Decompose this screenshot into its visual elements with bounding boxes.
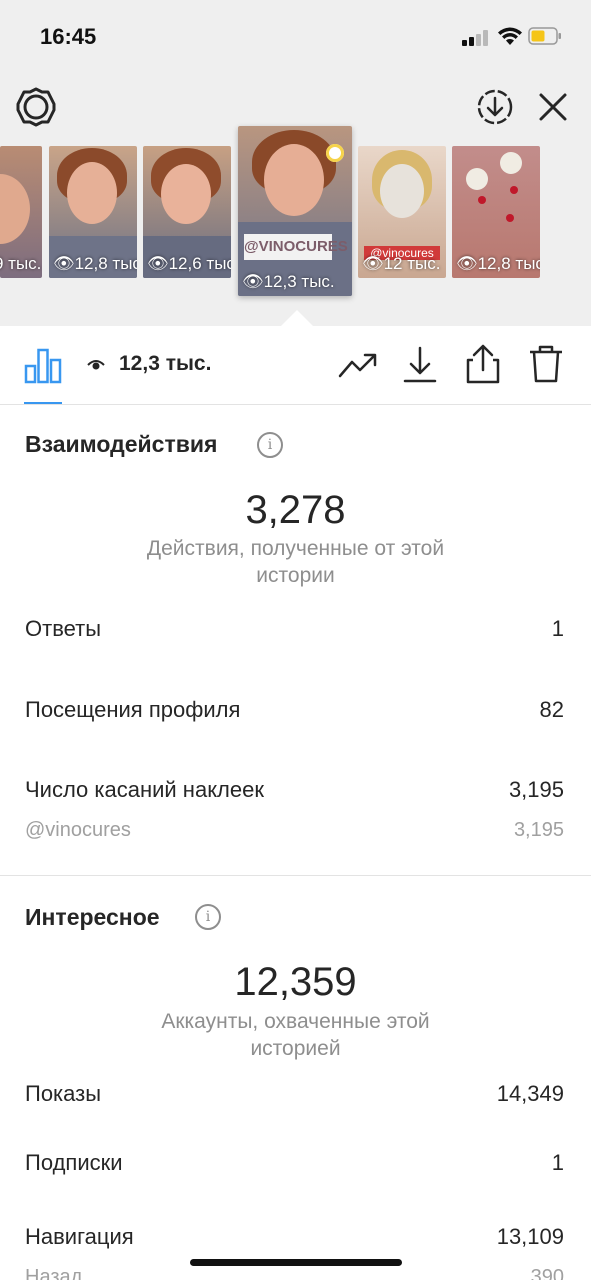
download-circle-icon[interactable] [476, 88, 514, 126]
thumbnail-views: 9 тыс. [0, 254, 42, 273]
status-time: 16:45 [40, 24, 97, 49]
views-eye-icon [87, 360, 105, 370]
story-thumbnail[interactable]: 👁12,8 тыс. [49, 146, 137, 278]
discovery-info-icon[interactable]: i [195, 904, 221, 930]
discovery-total: 12,359 [234, 960, 357, 1004]
row-sub-label: Назад [25, 1266, 83, 1280]
row-value: 3,195 [508, 777, 564, 802]
thumbnail-views: 👁12,6 тыс. [147, 254, 231, 273]
interactions-total: 3,278 [245, 488, 346, 532]
row-value: 1 [551, 616, 564, 641]
promote-trend-icon[interactable] [338, 350, 378, 380]
selected-story-pointer [281, 310, 313, 326]
row-sub-value: 390 [530, 1266, 564, 1280]
interactions-caption: Действия, полученные от этой истории [146, 537, 445, 587]
thumbnail-views: 👁12 тыс. [362, 254, 441, 273]
row-label: Посещения профиля [25, 697, 241, 722]
insights-bar-chart-icon[interactable] [24, 348, 62, 384]
story-sticker: @VINOCURES [244, 234, 348, 260]
trash-icon[interactable] [528, 344, 564, 384]
row-value: 14,349 [496, 1081, 564, 1106]
story-thumbnail[interactable]: @vinocures 👁12 тыс. [358, 146, 446, 278]
thumbnail-views: 👁12,3 тыс. [242, 272, 335, 291]
story-thumbnail[interactable]: 9 тыс. [0, 146, 42, 278]
story-thumbnail-selected[interactable]: @VINOCURES 👁12,3 тыс. [238, 126, 352, 296]
interactions-info-icon[interactable]: i [257, 432, 283, 458]
interactions-title: Взаимодействия [25, 431, 218, 457]
insights-toolbar: 12,3 тыс. [0, 326, 591, 405]
discovery-caption: Аккаунты, охваченные этой историей [161, 1010, 430, 1060]
row-value: 1 [551, 1150, 564, 1175]
row-label: Показы [25, 1081, 102, 1106]
cellular-signal-icon [462, 30, 490, 46]
row-label: Подписки [25, 1150, 123, 1175]
status-bar: 16:45 [0, 0, 591, 70]
row-value: 13,109 [496, 1224, 564, 1249]
row-label: Навигация [25, 1224, 134, 1249]
close-icon[interactable] [537, 91, 569, 123]
home-indicator[interactable] [190, 1259, 402, 1266]
download-icon[interactable] [403, 346, 437, 384]
discovery-title: Интересное [25, 904, 160, 930]
story-thumbnail[interactable]: 👁12,6 тыс. [143, 146, 231, 278]
wifi-icon [498, 27, 522, 45]
row-sub-value: 3,195 [513, 819, 564, 841]
story-thumbnails: 9 тыс. 👁12,8 тыс. 👁12,6 тыс. @VINOCURES … [0, 126, 591, 306]
section-divider [0, 875, 591, 876]
thumbnail-views: 👁12,8 тыс. [53, 254, 137, 273]
row-value: 82 [539, 697, 564, 722]
row-label: Число касаний наклеек [25, 777, 264, 802]
row-label: Ответы [25, 616, 102, 641]
row-sub-label: @vinocures [25, 819, 131, 841]
share-icon[interactable] [465, 344, 501, 384]
settings-gear-icon[interactable] [16, 87, 56, 127]
story-thumbnail[interactable]: 👁12,8 тыс. [452, 146, 540, 278]
battery-icon [528, 27, 561, 45]
toolbar-views-count: 12,3 тыс. [119, 352, 212, 375]
active-tab-indicator [24, 402, 62, 404]
thumbnail-views: 👁12,8 тыс. [456, 254, 540, 273]
